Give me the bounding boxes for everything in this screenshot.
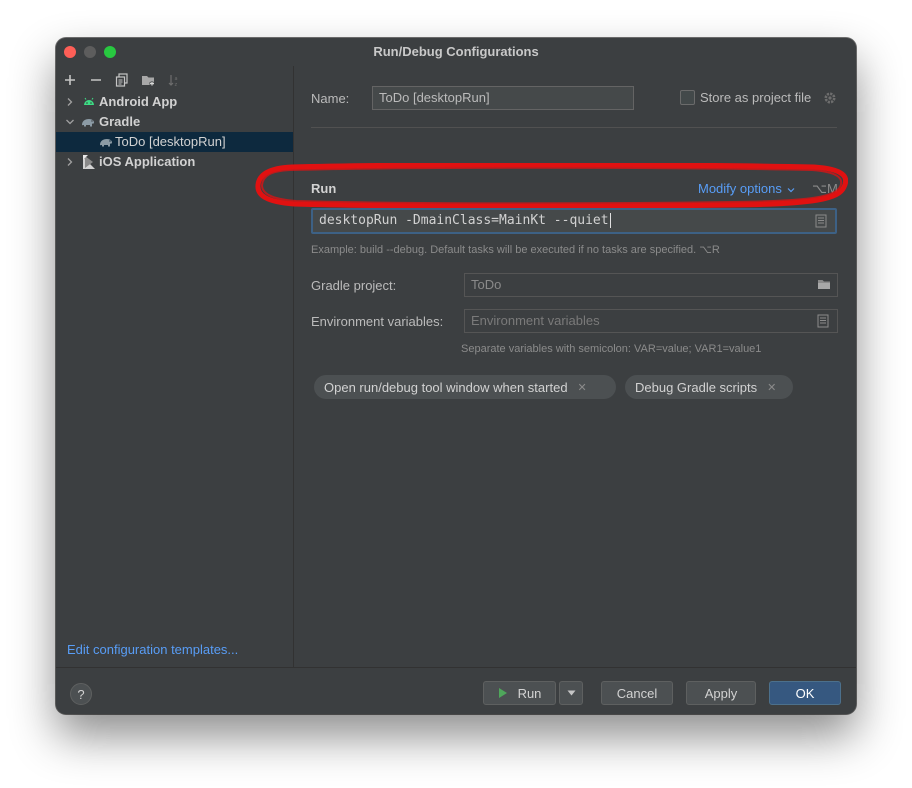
dialog-button-bar: ? Run Cancel Apply OK bbox=[56, 667, 856, 714]
environment-variables-label: Environment variables: bbox=[311, 314, 444, 329]
configuration-tree: Android App Gradle ToDo [desktopRun] iOS… bbox=[56, 92, 293, 172]
new-folder-icon[interactable] bbox=[140, 72, 156, 88]
chip-label: Open run/debug tool window when started bbox=[324, 379, 568, 395]
chevron-down-icon bbox=[567, 690, 575, 696]
divider bbox=[311, 127, 837, 128]
chevron-down-icon bbox=[788, 187, 795, 192]
chevron-down-icon[interactable] bbox=[64, 116, 76, 128]
modify-options-link[interactable]: Modify options bbox=[698, 181, 795, 196]
edit-configuration-templates-link[interactable]: Edit configuration templates... bbox=[67, 642, 238, 657]
tree-item-gradle[interactable]: Gradle bbox=[56, 112, 293, 132]
sidebar-toolbar: az bbox=[62, 70, 182, 90]
store-as-project-file-label: Store as project file bbox=[700, 90, 812, 105]
ios-app-icon bbox=[83, 155, 95, 169]
run-section-title: Run bbox=[311, 181, 337, 196]
configuration-editor: Name: ToDo [desktopRun] Store as project… bbox=[294, 66, 856, 667]
remove-chip-icon[interactable]: ✕ bbox=[767, 381, 776, 394]
tree-item-ios-application[interactable]: iOS Application bbox=[56, 152, 293, 172]
svg-text:z: z bbox=[175, 82, 178, 87]
modify-options-label: Modify options bbox=[698, 181, 782, 196]
configurations-sidebar: az Android App Gradle ToDo [desktopRun] bbox=[56, 66, 294, 667]
chip-open-run-debug-window[interactable]: Open run/debug tool window when started … bbox=[314, 375, 616, 399]
store-as-project-file-checkbox[interactable] bbox=[680, 90, 695, 105]
gradle-elephant-icon bbox=[82, 119, 94, 127]
chevron-right-icon[interactable] bbox=[64, 156, 76, 168]
tree-item-label: Android App bbox=[99, 94, 178, 109]
tree-item-todo-desktoprun[interactable]: ToDo [desktopRun] bbox=[56, 132, 293, 152]
gradle-elephant-icon bbox=[100, 139, 112, 147]
android-icon bbox=[84, 97, 94, 105]
gear-icon[interactable] bbox=[823, 91, 837, 105]
tree-item-android-app[interactable]: Android App bbox=[56, 92, 293, 112]
add-icon[interactable] bbox=[62, 72, 78, 88]
sort-icon[interactable]: az bbox=[166, 72, 182, 88]
chip-debug-gradle-scripts[interactable]: Debug Gradle scripts ✕ bbox=[625, 375, 793, 399]
cancel-button[interactable]: Cancel bbox=[601, 681, 673, 705]
expand-editor-icon[interactable] bbox=[817, 314, 829, 328]
chip-label: Debug Gradle scripts bbox=[635, 379, 758, 395]
text-caret bbox=[609, 213, 611, 228]
remove-icon[interactable] bbox=[88, 72, 104, 88]
gradle-project-label: Gradle project: bbox=[311, 278, 397, 293]
run-button-label: Run bbox=[517, 685, 542, 701]
folder-icon[interactable] bbox=[817, 278, 831, 291]
environment-variables-field[interactable]: Environment variables bbox=[464, 309, 838, 333]
tree-item-label: iOS Application bbox=[99, 154, 196, 169]
apply-button[interactable]: Apply bbox=[686, 681, 756, 705]
ok-button[interactable]: OK bbox=[769, 681, 841, 705]
name-field-value: ToDo [desktopRun] bbox=[379, 90, 490, 105]
tree-item-label: ToDo [desktopRun] bbox=[115, 134, 226, 149]
environment-variables-placeholder: Environment variables bbox=[471, 313, 600, 328]
window-title: Run/Debug Configurations bbox=[373, 44, 539, 59]
gradle-project-field[interactable]: ToDo bbox=[464, 273, 838, 297]
play-icon bbox=[498, 688, 507, 698]
run-debug-dialog: Run/Debug Configurations az Android App … bbox=[56, 38, 856, 714]
gradle-tasks-value: desktopRun -DmainClass=MainKt --quiet bbox=[319, 213, 611, 228]
gradle-project-value: ToDo bbox=[471, 277, 502, 292]
run-button[interactable]: Run bbox=[483, 681, 556, 705]
title-bar: Run/Debug Configurations bbox=[56, 38, 856, 66]
run-dropdown-button[interactable] bbox=[559, 681, 583, 705]
gradle-tasks-field[interactable]: desktopRun -DmainClass=MainKt --quiet bbox=[311, 208, 837, 234]
expand-editor-icon[interactable] bbox=[815, 214, 827, 228]
gradle-tasks-hint: Example: build --debug. Default tasks wi… bbox=[311, 244, 720, 256]
name-label: Name: bbox=[311, 91, 350, 106]
help-button[interactable]: ? bbox=[70, 683, 92, 705]
environment-variables-hint: Separate variables with semicolon: VAR=v… bbox=[461, 343, 762, 355]
copy-icon[interactable] bbox=[114, 72, 130, 88]
tree-item-label: Gradle bbox=[99, 114, 141, 129]
remove-chip-icon[interactable]: ✕ bbox=[578, 381, 587, 394]
chevron-right-icon[interactable] bbox=[64, 96, 76, 108]
modify-options-shortcut: ⌥M bbox=[812, 181, 838, 196]
name-field[interactable]: ToDo [desktopRun] bbox=[372, 86, 634, 110]
